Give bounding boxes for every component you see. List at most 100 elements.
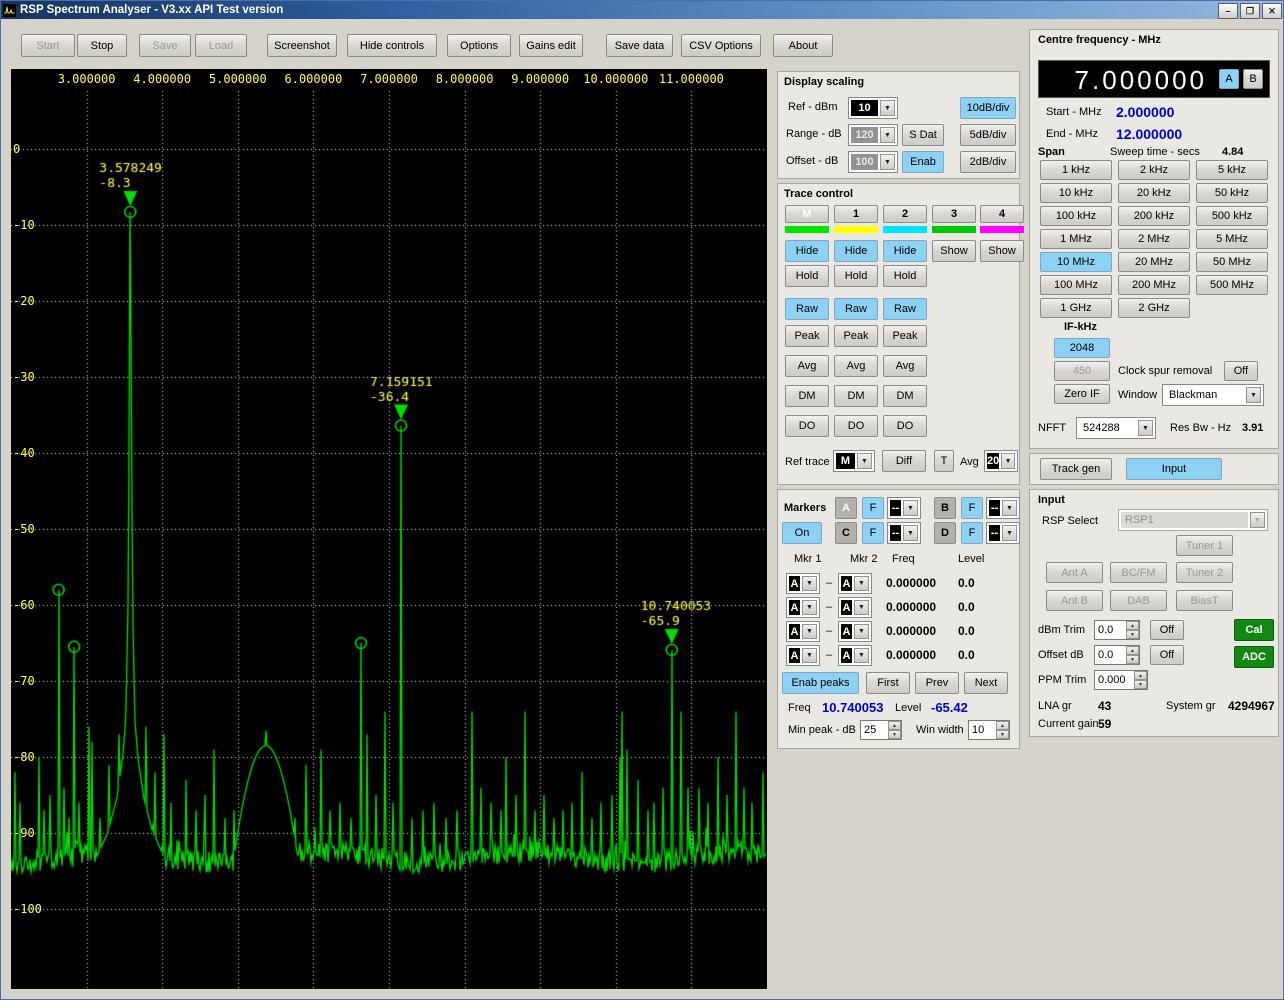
span-button-20-mhz[interactable]: 20 MHz xyxy=(1118,252,1190,272)
marker-b-combo[interactable]: -- ▼ xyxy=(986,497,1020,519)
marker-a-f-button[interactable]: F xyxy=(862,497,884,519)
trace-2-dm-button[interactable]: DM xyxy=(883,385,927,407)
span-button-200-mhz[interactable]: 200 MHz xyxy=(1118,275,1190,295)
marker-b-f-button[interactable]: F xyxy=(961,497,983,519)
mkr1-combo[interactable]: A ▼ xyxy=(786,621,820,642)
spin-up-icon[interactable]: ▲ xyxy=(996,721,1009,730)
chevron-down-icon[interactable]: ▼ xyxy=(802,600,817,615)
span-button-5-mhz[interactable]: 5 MHz xyxy=(1196,229,1268,249)
span-button-5-khz[interactable]: 5 kHz xyxy=(1196,160,1268,180)
centre-frequency-display[interactable]: 7.000000 A B xyxy=(1038,60,1270,98)
mkr1-combo[interactable]: A ▼ xyxy=(786,573,820,594)
range-db-combo[interactable]: 120 ▼ xyxy=(848,124,898,146)
span-button-200-khz[interactable]: 200 kHz xyxy=(1118,206,1190,226)
spin-up-icon[interactable]: ▲ xyxy=(1126,646,1139,655)
spin-up-icon[interactable]: ▲ xyxy=(1134,671,1147,680)
diff-button[interactable]: Diff xyxy=(882,450,926,472)
trace-2-hold-button[interactable]: Hold xyxy=(883,265,927,287)
spectrum-canvas[interactable] xyxy=(11,69,767,989)
minimize-button-icon[interactable]: – xyxy=(1218,3,1238,19)
chevron-down-icon[interactable]: ▼ xyxy=(1002,525,1017,541)
chevron-down-icon[interactable]: ▼ xyxy=(880,154,895,170)
spin-down-icon[interactable]: ▼ xyxy=(1126,630,1139,639)
next-peak-button[interactable]: Next xyxy=(964,672,1008,694)
trace-m-do-button[interactable]: DO xyxy=(785,415,829,437)
span-button-500-mhz[interactable]: 500 MHz xyxy=(1196,275,1268,295)
toolbar-button-csv-options[interactable]: CSV Options xyxy=(681,34,761,57)
sdat-button[interactable]: S Dat xyxy=(902,124,944,146)
5db-div-button[interactable]: 5dB/div xyxy=(960,124,1016,146)
span-button-1-khz[interactable]: 1 kHz xyxy=(1040,160,1112,180)
trace-1-avg-button[interactable]: Avg xyxy=(834,355,878,377)
trace-1-dm-button[interactable]: DM xyxy=(834,385,878,407)
dab-button[interactable]: DAB xyxy=(1110,590,1167,611)
toolbar-button-stop[interactable]: Stop xyxy=(77,34,127,57)
10db-div-button[interactable]: 10dB/div xyxy=(960,97,1016,119)
span-button-100-mhz[interactable]: 100 MHz xyxy=(1040,275,1112,295)
span-button-1-ghz[interactable]: 1 GHz xyxy=(1040,298,1112,318)
trace-2-hide-button[interactable]: Hide xyxy=(883,240,927,262)
t-button[interactable]: T xyxy=(934,450,954,472)
trace-1-peak-button[interactable]: Peak xyxy=(834,325,878,347)
chevron-down-icon[interactable]: ▼ xyxy=(802,648,817,663)
marker-d-f-button[interactable]: F xyxy=(961,522,983,544)
trace-2-avg-button[interactable]: Avg xyxy=(883,355,927,377)
min-peak-spinner[interactable]: 25 ▲ ▼ xyxy=(860,720,902,740)
spin-down-icon[interactable]: ▼ xyxy=(1126,655,1139,664)
chevron-down-icon[interactable]: ▼ xyxy=(802,624,817,639)
toolbar-button-about[interactable]: About xyxy=(773,34,833,57)
marker-d-button[interactable]: D xyxy=(934,522,956,544)
toolbar-button-screenshot[interactable]: Screenshot xyxy=(267,34,337,57)
freq-a-button[interactable]: A xyxy=(1219,69,1239,89)
toolbar-button-save-data[interactable]: Save data xyxy=(606,34,673,57)
trace-m-dm-button[interactable]: DM xyxy=(785,385,829,407)
track-gen-tab[interactable]: Track gen xyxy=(1040,458,1112,480)
trace-4-show-button[interactable]: Show xyxy=(980,240,1024,262)
chevron-down-icon[interactable]: ▼ xyxy=(854,648,869,663)
trace-header-4[interactable]: 4 xyxy=(980,205,1024,223)
ref-dbm-combo[interactable]: 10 ▼ xyxy=(848,97,898,119)
trace-3-show-button[interactable]: Show xyxy=(932,240,976,262)
mkr1-combo[interactable]: A ▼ xyxy=(786,597,820,618)
chevron-down-icon[interactable]: ▼ xyxy=(857,453,872,469)
biast-button[interactable]: BiasT xyxy=(1176,590,1233,611)
trace-1-hide-button[interactable]: Hide xyxy=(834,240,878,262)
offset-db-off-button[interactable]: Off xyxy=(1150,645,1184,665)
marker-d-combo[interactable]: -- ▼ xyxy=(986,522,1020,544)
tuner2-button[interactable]: Tuner 2 xyxy=(1176,562,1233,583)
span-button-50-khz[interactable]: 50 kHz xyxy=(1196,183,1268,203)
avg-count-combo[interactable]: 20 ▼ xyxy=(984,450,1018,472)
close-button-icon[interactable]: ✕ xyxy=(1262,3,1282,19)
freq-b-button[interactable]: B xyxy=(1243,69,1263,89)
spectrum-plot[interactable]: 3.000000 4.000000 5.000000 6.000000 7.000000… xyxy=(11,69,767,989)
trace-1-do-button[interactable]: DO xyxy=(834,415,878,437)
chevron-down-icon[interactable]: ▼ xyxy=(854,600,869,615)
span-button-50-mhz[interactable]: 50 MHz xyxy=(1196,252,1268,272)
marker-c-button[interactable]: C xyxy=(835,522,857,544)
chevron-down-icon[interactable]: ▼ xyxy=(854,624,869,639)
chevron-down-icon[interactable]: ▼ xyxy=(880,100,895,116)
chevron-down-icon[interactable]: ▼ xyxy=(880,127,895,143)
cal-button[interactable]: Cal xyxy=(1234,619,1274,641)
dbm-trim-off-button[interactable]: Off xyxy=(1150,620,1184,640)
span-button-2-ghz[interactable]: 2 GHz xyxy=(1118,298,1190,318)
adc-button[interactable]: ADC xyxy=(1234,646,1274,668)
ref-trace-combo[interactable]: M ▼ xyxy=(833,450,875,472)
chevron-down-icon[interactable]: ▼ xyxy=(802,576,817,591)
trace-2-do-button[interactable]: DO xyxy=(883,415,927,437)
markers-on-button[interactable]: On xyxy=(782,522,822,544)
title-bar[interactable]: RSP Spectrum Analyser - V3.xx API Test v… xyxy=(1,1,1283,19)
span-button-100-khz[interactable]: 100 kHz xyxy=(1040,206,1112,226)
marker-c-combo[interactable]: -- ▼ xyxy=(887,522,921,544)
marker-c-f-button[interactable]: F xyxy=(862,522,884,544)
toolbar-button-start[interactable]: Start xyxy=(21,34,75,57)
mkr2-combo[interactable]: A ▼ xyxy=(838,573,872,594)
span-button-2-khz[interactable]: 2 kHz xyxy=(1118,160,1190,180)
mkr1-combo[interactable]: A ▼ xyxy=(786,645,820,666)
spin-down-icon[interactable]: ▼ xyxy=(888,730,901,739)
mkr2-combo[interactable]: A ▼ xyxy=(838,621,872,642)
chevron-down-icon[interactable]: ▼ xyxy=(1002,500,1017,516)
trace-m-raw-button[interactable]: Raw xyxy=(785,298,829,320)
trace-header-1[interactable]: 1 xyxy=(834,205,878,223)
marker-a-combo[interactable]: -- ▼ xyxy=(887,497,921,519)
